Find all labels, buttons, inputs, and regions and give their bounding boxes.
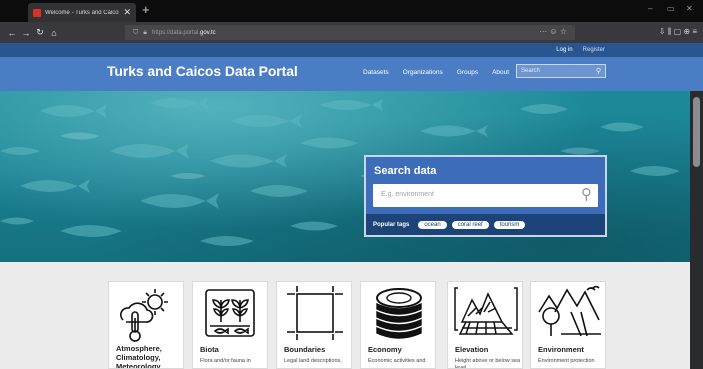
search-icon[interactable]: ⚲: [596, 67, 601, 75]
elevation-mountain-icon: [454, 287, 518, 335]
group-description: Environment protection: [538, 358, 595, 364]
browser-navbar: ← → ↻ ⌂ ⛉ 🔒︎ https://data.portal.gov.tc …: [0, 22, 703, 43]
group-description: Height above or below sea level: [455, 358, 521, 369]
account-bar: Log in Register: [0, 43, 703, 57]
login-link[interactable]: Log in: [556, 47, 572, 53]
search-icon[interactable]: ⚲: [581, 186, 592, 204]
url-bar[interactable]: ⛉ 🔒︎ https://data.portal.gov.tc ··· ☺ ☆: [125, 25, 575, 40]
tab-title: Welcome - Turks and Caicos D: [45, 9, 120, 16]
groups-section: Atmosphere, Climatology, Meteorology Bio…: [0, 262, 690, 369]
group-card-boundaries[interactable]: Boundaries Legal land descriptions,: [276, 281, 352, 369]
popular-tags-bar: Popular tags ocean coral reef tourism: [366, 214, 605, 235]
group-description: Legal land descriptions,: [284, 358, 342, 364]
site-nav: Datasets Organizations Groups About: [363, 69, 509, 76]
group-card-elevation[interactable]: Elevation Height above or below sea leve…: [447, 281, 523, 369]
masthead: Turks and Caicos Data Portal Datasets Or…: [0, 57, 703, 91]
header-search-input[interactable]: Search ⚲: [516, 64, 606, 78]
search-data-title: Search data: [374, 165, 437, 177]
popular-tags-label: Popular tags: [373, 221, 410, 228]
group-card-environment[interactable]: Environment Environment protection: [530, 281, 606, 369]
group-title: Elevation: [455, 345, 489, 354]
close-window-icon[interactable]: ✕: [686, 4, 693, 13]
coin-stack-icon: [376, 288, 422, 339]
browser-tab[interactable]: Welcome - Turks and Caicos D ✕: [28, 3, 136, 22]
group-title: Boundaries: [284, 345, 326, 354]
tag-coral-reef[interactable]: coral reef: [451, 220, 489, 229]
group-card-atmosphere[interactable]: Atmosphere, Climatology, Meteorology: [108, 281, 184, 369]
tab-close-icon[interactable]: ✕: [123, 8, 131, 17]
group-description: Economic activities and: [368, 358, 426, 364]
forward-icon[interactable]: →: [19, 28, 33, 38]
environment-tree-icon: [538, 285, 601, 337]
register-link[interactable]: Register: [583, 47, 605, 53]
group-card-biota[interactable]: Biota Flora and/or fauna in: [192, 281, 268, 369]
group-title: Environment: [538, 345, 584, 354]
dataset-search-placeholder: E.g. environment: [381, 191, 434, 198]
group-card-economy[interactable]: Economy Economic activities and: [360, 281, 436, 369]
plants-fish-icon: [205, 289, 255, 337]
header-search-placeholder: Search: [521, 68, 541, 74]
toolbar-icons[interactable]: ⇩ ⫼ ▢ ⊕ ≡: [659, 27, 697, 37]
scrollbar-thumb[interactable]: [693, 97, 700, 167]
search-data-panel: Search data E.g. environment ⚲ Popular t…: [364, 155, 607, 237]
minimize-icon[interactable]: –: [648, 4, 652, 13]
favicon-icon: [33, 8, 41, 17]
maximize-icon[interactable]: ▭: [667, 4, 675, 13]
tag-ocean[interactable]: ocean: [418, 220, 447, 229]
dataset-search-input[interactable]: E.g. environment ⚲: [373, 184, 598, 207]
url-text: https://data.portal.gov.tc: [151, 29, 216, 36]
site-title[interactable]: Turks and Caicos Data Portal: [107, 63, 298, 79]
group-title: Biota: [200, 345, 219, 354]
weather-thermometer-icon: [119, 289, 168, 342]
nav-groups[interactable]: Groups: [457, 69, 478, 76]
reload-icon[interactable]: ↻: [33, 27, 47, 38]
url-actions[interactable]: ··· ☺ ☆: [539, 27, 567, 36]
lock-icon: 🔒︎: [143, 28, 147, 36]
group-title: Atmosphere, Climatology, Meteorology: [116, 344, 162, 369]
browser-tab-bar: Welcome - Turks and Caicos D ✕ + – ▭ ✕: [0, 0, 703, 22]
new-tab-button[interactable]: +: [142, 3, 150, 17]
group-title: Economy: [368, 345, 402, 354]
nav-about[interactable]: About: [492, 69, 509, 76]
nav-organizations[interactable]: Organizations: [403, 69, 443, 76]
group-description: Flora and/or fauna in: [200, 358, 251, 364]
page-scrollbar[interactable]: [690, 91, 703, 369]
home-icon[interactable]: ⌂: [47, 28, 61, 38]
back-icon[interactable]: ←: [5, 28, 19, 38]
boundary-square-icon: [287, 286, 343, 340]
shield-icon: ⛉: [133, 28, 139, 36]
tag-tourism[interactable]: tourism: [493, 220, 526, 229]
nav-datasets[interactable]: Datasets: [363, 69, 389, 76]
